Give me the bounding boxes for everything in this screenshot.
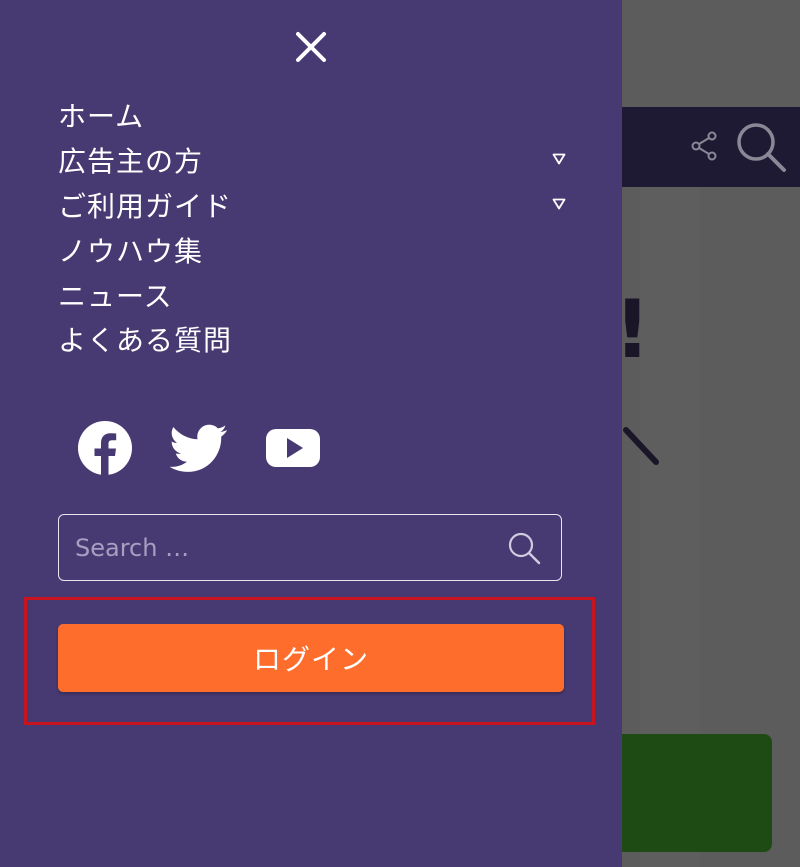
nav-item-label: ニュース <box>58 279 173 313</box>
background-illustration-stroke <box>623 427 659 465</box>
facebook-icon[interactable] <box>76 418 134 478</box>
search-box <box>58 514 562 581</box>
nav-item-label: ご利用ガイド <box>58 189 233 223</box>
background-search-icon <box>737 123 786 172</box>
youtube-icon[interactable] <box>264 418 322 478</box>
nav-item-label: 広告主の方 <box>58 145 204 179</box>
nav-item-guide[interactable]: ご利用ガイド <box>58 183 568 228</box>
nav-item-news[interactable]: ニュース <box>58 272 568 317</box>
nav-item-label: ホーム <box>58 100 145 134</box>
search-icon[interactable] <box>507 531 541 565</box>
nav-item-home[interactable]: ホーム <box>58 93 568 138</box>
login-button[interactable]: ログイン <box>58 624 564 692</box>
close-icon[interactable] <box>290 26 332 68</box>
nav-item-label: よくある質問 <box>58 324 233 358</box>
drawer-menu: ホーム 広告主の方 ご利用ガイド ノウハウ集 ニュース よくある質問 Searc… <box>0 0 622 867</box>
submenu-arrow-icon[interactable] <box>552 153 566 165</box>
background-share-icon <box>691 131 717 161</box>
login-button-label: ログイン <box>252 643 369 676</box>
twitter-icon[interactable] <box>170 418 228 478</box>
submenu-arrow-icon[interactable] <box>552 198 566 210</box>
nav-item-knowhow[interactable]: ノウハウ集 <box>58 227 568 272</box>
nav-item-label: ノウハウ集 <box>58 234 204 268</box>
nav-item-advertisers[interactable]: 広告主の方 <box>58 138 568 183</box>
drawer-nav: ホーム 広告主の方 ご利用ガイド ノウハウ集 ニュース よくある質問 <box>58 93 568 362</box>
search-input[interactable] <box>73 515 497 581</box>
nav-item-faq[interactable]: よくある質問 <box>58 317 568 362</box>
page: ! ホーム 広告主の方 ご利用ガイド ノウハウ集 ニュース よくある質問 Sea… <box>0 0 800 867</box>
background-green-button <box>610 734 772 852</box>
